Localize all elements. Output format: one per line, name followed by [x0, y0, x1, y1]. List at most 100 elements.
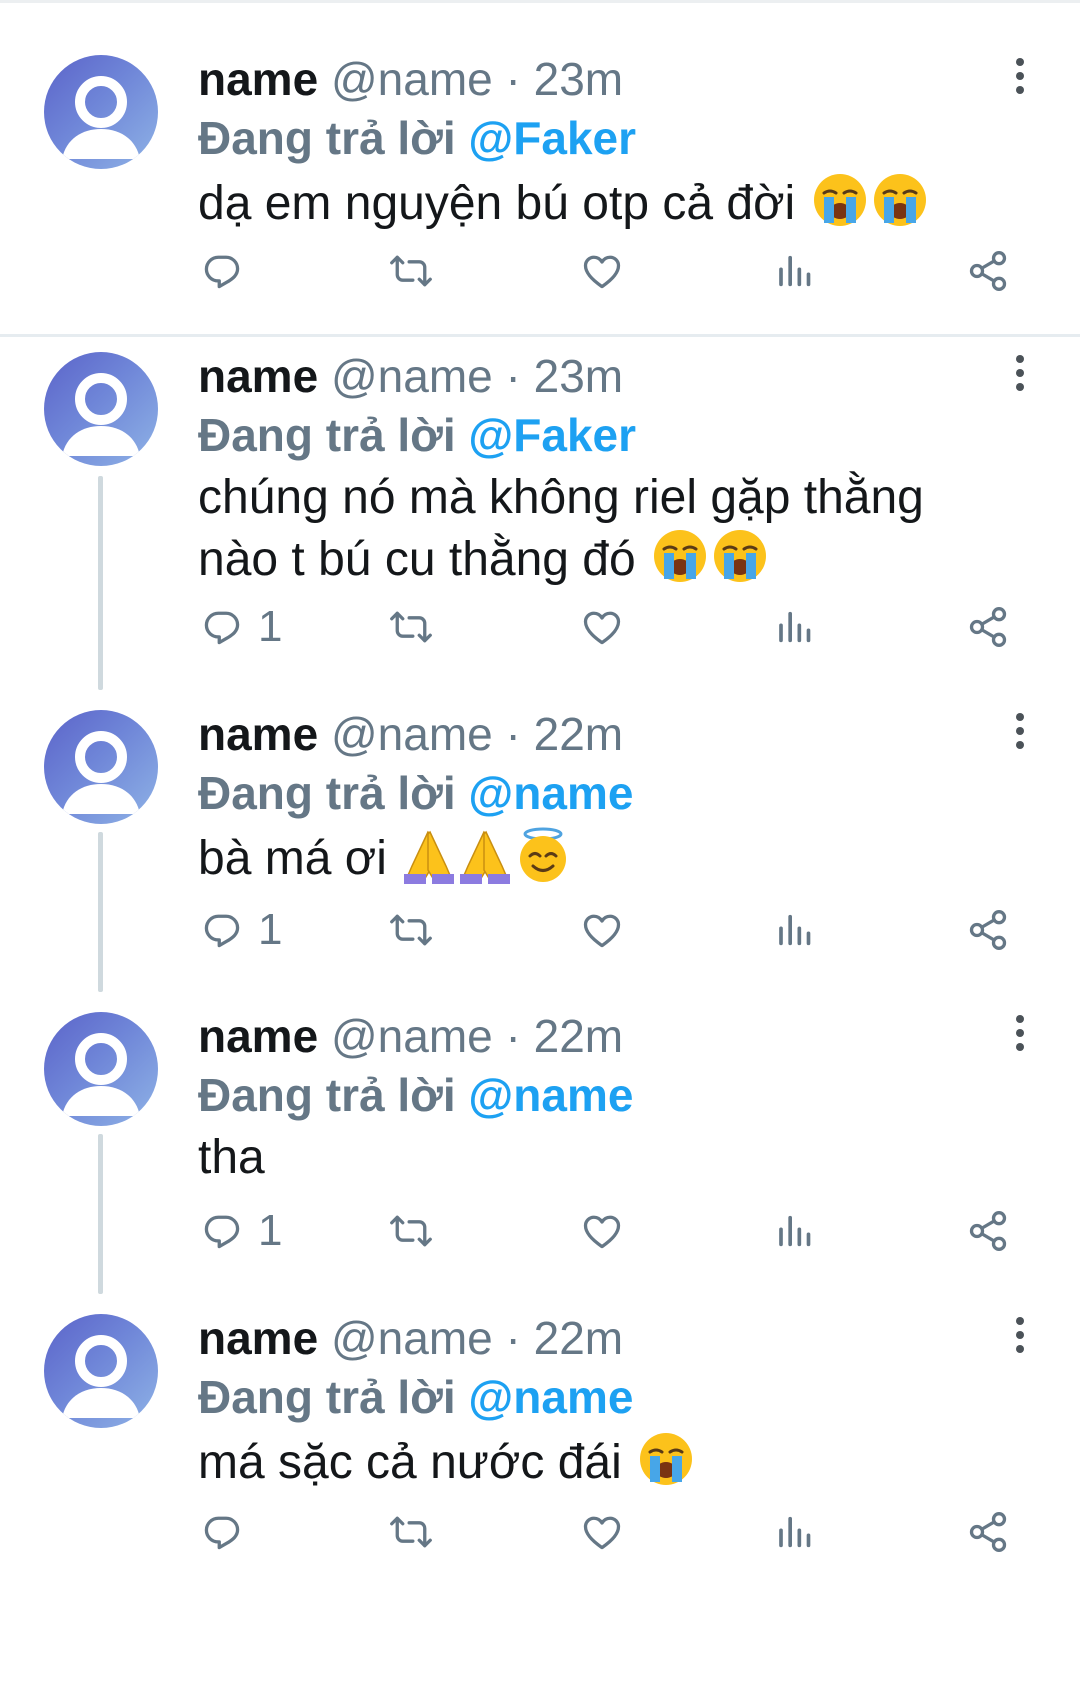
tweet-action-bar: 1	[0, 1201, 1080, 1261]
share-button[interactable]	[966, 900, 1010, 960]
timestamp[interactable]: 22m	[534, 1312, 623, 1364]
analytics-icon	[776, 1209, 816, 1253]
like-button[interactable]	[580, 241, 624, 301]
replying-to-user[interactable]: @name	[468, 1371, 633, 1423]
default-avatar-icon[interactable]	[44, 55, 158, 169]
tweet-header: name @name · 23m	[198, 349, 623, 403]
analytics-button[interactable]	[776, 1502, 816, 1562]
analytics-button[interactable]	[776, 597, 816, 657]
retweet-icon	[387, 249, 435, 293]
more-options-icon[interactable]	[1010, 352, 1030, 396]
share-button[interactable]	[966, 1201, 1010, 1261]
loudly-crying-face-emoji-icon	[711, 527, 769, 599]
replying-to-label: Đang trả lời	[198, 767, 456, 819]
tweet-header: name @name · 23m	[198, 52, 623, 106]
tweet-text-content: tha	[198, 1131, 265, 1184]
reply-button[interactable]: 1	[200, 900, 282, 960]
author-name[interactable]: name	[198, 1312, 318, 1364]
tweet-text: tha	[198, 1128, 998, 1187]
tweet-header: name @name · 22m	[198, 1009, 623, 1063]
thread-connector-line	[98, 476, 103, 690]
tweet-text: dạ em nguyện bú otp cả đời	[198, 171, 998, 243]
author-name[interactable]: name	[198, 708, 318, 760]
timestamp[interactable]: 23m	[534, 350, 623, 402]
timestamp[interactable]: 22m	[534, 708, 623, 760]
reply-icon	[200, 1209, 244, 1253]
share-button[interactable]	[966, 241, 1010, 301]
reply-button[interactable]: 1	[200, 1201, 282, 1261]
reply-count: 1	[258, 1206, 283, 1255]
tweet-header: name @name · 22m	[198, 1311, 623, 1365]
replying-to-user[interactable]: @Faker	[468, 112, 636, 164]
more-options-icon[interactable]	[1010, 1012, 1030, 1056]
timestamp[interactable]: 23m	[534, 53, 623, 105]
reply-button[interactable]	[200, 241, 258, 301]
top-divider	[0, 0, 1080, 3]
analytics-icon	[776, 908, 816, 952]
retweet-button[interactable]	[387, 1201, 435, 1261]
tweet-text: chúng nó mà không riel gặp thằng nào t b…	[198, 468, 998, 599]
more-options-icon[interactable]	[1010, 1314, 1030, 1358]
share-button[interactable]	[966, 597, 1010, 657]
analytics-button[interactable]	[776, 1201, 816, 1261]
tweet-action-bar	[0, 1502, 1080, 1562]
author-name[interactable]: name	[198, 53, 318, 105]
analytics-icon	[776, 1510, 816, 1554]
replying-to-user[interactable]: @Faker	[468, 409, 636, 461]
tweet-text: bà má ơi	[198, 826, 998, 898]
more-options-icon[interactable]	[1010, 710, 1030, 754]
more-options-icon[interactable]	[1010, 55, 1030, 99]
reply-icon	[200, 1510, 244, 1554]
analytics-icon	[776, 605, 816, 649]
author-name[interactable]: name	[198, 350, 318, 402]
default-avatar-icon[interactable]	[44, 352, 158, 466]
tweet-header: name @name · 22m	[198, 707, 623, 761]
heart-icon	[580, 605, 624, 649]
smiling-face-with-halo-emoji-icon	[514, 826, 572, 898]
author-name[interactable]: name	[198, 1010, 318, 1062]
tweet-text-content: dạ em nguyện bú otp cả đời	[198, 177, 796, 230]
author-handle[interactable]: @name	[331, 53, 493, 105]
replying-to-user[interactable]: @name	[468, 767, 633, 819]
retweet-button[interactable]	[387, 1502, 435, 1562]
tweet-text-content: bà má ơi	[198, 832, 387, 885]
author-handle[interactable]: @name	[331, 708, 493, 760]
share-icon	[966, 908, 1010, 952]
tweet-action-bar: 1	[0, 900, 1080, 960]
analytics-button[interactable]	[776, 900, 816, 960]
replying-to-label: Đang trả lời	[198, 1371, 456, 1423]
retweet-button[interactable]	[387, 900, 435, 960]
share-icon	[966, 1510, 1010, 1554]
author-handle[interactable]: @name	[331, 1010, 493, 1062]
share-button[interactable]	[966, 1502, 1010, 1562]
timestamp[interactable]: 22m	[534, 1010, 623, 1062]
replying-to: Đang trả lời @Faker	[198, 111, 636, 165]
tweet-action-bar	[0, 241, 1080, 301]
analytics-button[interactable]	[776, 241, 816, 301]
like-button[interactable]	[580, 1502, 624, 1562]
retweet-icon	[387, 1209, 435, 1253]
replying-to-user[interactable]: @name	[468, 1069, 633, 1121]
reply-icon	[200, 249, 244, 293]
author-handle[interactable]: @name	[331, 1312, 493, 1364]
like-button[interactable]	[580, 597, 624, 657]
reply-button[interactable]: 1	[200, 597, 282, 657]
reply-button[interactable]	[200, 1502, 258, 1562]
separator-dot: ·	[505, 53, 521, 105]
replying-to-label: Đang trả lời	[198, 409, 456, 461]
share-icon	[966, 605, 1010, 649]
folded-hands-emoji-icon	[402, 826, 456, 898]
like-button[interactable]	[580, 900, 624, 960]
default-avatar-icon[interactable]	[44, 1012, 158, 1126]
replying-to-label: Đang trả lời	[198, 1069, 456, 1121]
retweet-button[interactable]	[387, 597, 435, 657]
retweet-icon	[387, 908, 435, 952]
replying-to-label: Đang trả lời	[198, 112, 456, 164]
author-handle[interactable]: @name	[331, 350, 493, 402]
like-button[interactable]	[580, 1201, 624, 1261]
default-avatar-icon[interactable]	[44, 1314, 158, 1428]
separator-dot: ·	[505, 1010, 521, 1062]
retweet-button[interactable]	[387, 241, 435, 301]
loudly-crying-face-emoji-icon	[811, 171, 869, 243]
default-avatar-icon[interactable]	[44, 710, 158, 824]
